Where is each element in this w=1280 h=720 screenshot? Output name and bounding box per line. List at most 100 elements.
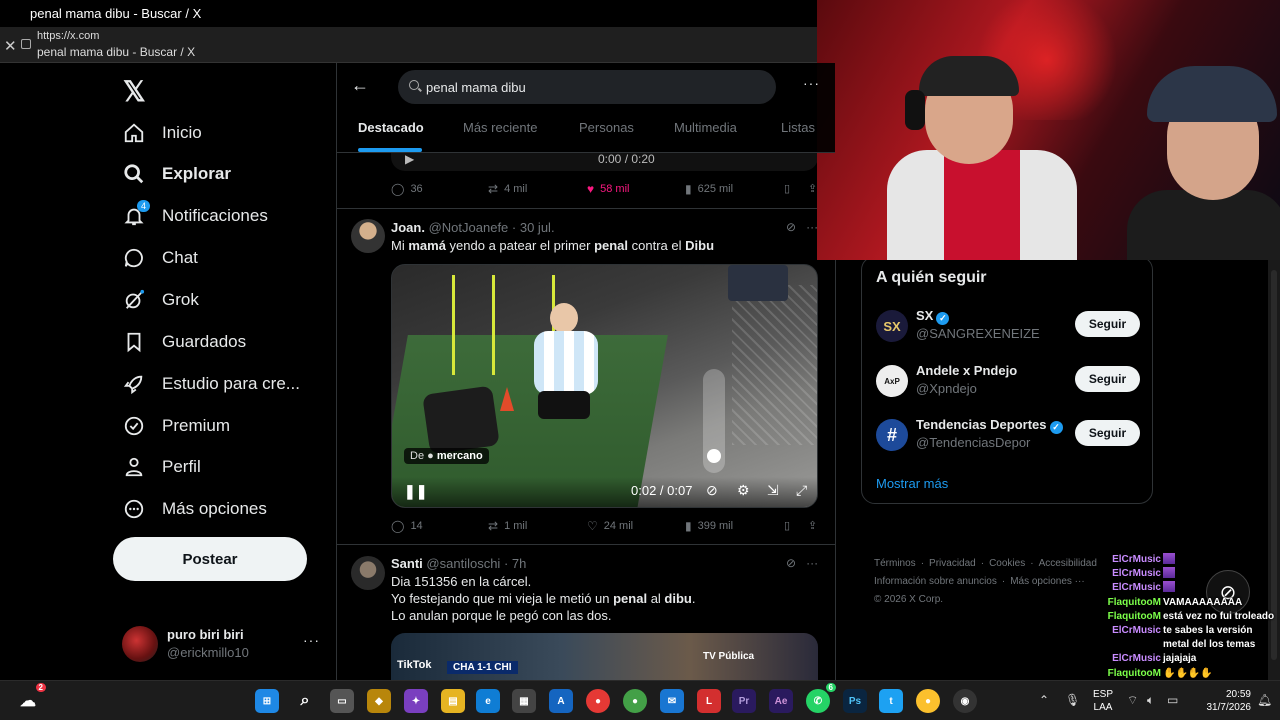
mute-icon[interactable]: ⊘	[706, 482, 718, 499]
bookmark-icon[interactable]: ▯	[784, 519, 790, 532]
windows-start-icon[interactable]: ⊞	[255, 689, 279, 713]
whatsapp-icon[interactable]: ✆ 6	[806, 683, 836, 713]
follow-button[interactable]: Seguir	[1075, 366, 1140, 392]
follow-button[interactable]: Seguir	[1075, 311, 1140, 337]
app-icon[interactable]: A	[549, 689, 573, 713]
volume-slider[interactable]	[703, 369, 725, 473]
popout-icon[interactable]: ⇲	[767, 482, 779, 499]
author-handle[interactable]: @santiloschi	[426, 556, 500, 571]
task-view-icon[interactable]: ▭	[330, 689, 354, 713]
nav-item-chat[interactable]: Chat	[122, 240, 322, 276]
author-handle[interactable]: @NotJoanefe	[429, 220, 509, 235]
x-logo-icon[interactable]: 𝕏	[123, 75, 146, 108]
reply-button[interactable]: ◯ 14	[391, 519, 423, 533]
tab-listas[interactable]: Listas	[781, 120, 815, 135]
search-input[interactable]: penal mama dibu	[398, 70, 776, 104]
follow-suggestion[interactable]: SX SX ✓ @SANGREXENEIZE Seguir	[876, 308, 1142, 348]
video-source-label[interactable]: De ● mercano	[404, 448, 489, 464]
language-indicator[interactable]: ESP LAA	[1093, 688, 1113, 714]
microphone-icon[interactable]: 🎙︎	[1065, 693, 1080, 707]
share-icon[interactable]: ⇪	[808, 519, 817, 532]
follow-suggestion[interactable]: AxP Andele x Pndejo @Xpndejo Seguir	[876, 363, 1142, 403]
chrome-icon[interactable]: ●	[916, 689, 940, 713]
grok-icon[interactable]: ⊘	[786, 556, 796, 570]
reply-button[interactable]: ◯ 36	[391, 182, 423, 196]
store-icon[interactable]: ▦	[512, 689, 536, 713]
close-icon[interactable]: ✕	[4, 37, 17, 55]
battery-icon[interactable]: ▭	[1167, 693, 1178, 707]
weather-icon[interactable]: ☁ 2	[16, 683, 46, 713]
notification-bell-icon[interactable]: 🔔︎	[1257, 693, 1272, 707]
app-icon[interactable]: ◆	[367, 689, 391, 713]
avatar[interactable]	[351, 219, 385, 253]
volume-icon[interactable]: 🔈︎	[1147, 693, 1154, 708]
app-icon[interactable]: L	[697, 689, 721, 713]
twitter-icon[interactable]: t	[879, 689, 903, 713]
obs-icon[interactable]: ◉	[953, 689, 977, 713]
like-button[interactable]: ♡ 24 mil	[587, 519, 633, 533]
accessibility-link[interactable]: Accesibilidad	[1039, 558, 1097, 569]
play-icon[interactable]: ▶	[405, 153, 414, 166]
photoshop-icon[interactable]: Ps	[843, 689, 867, 713]
clock[interactable]: 20:59 31/7/2026	[1203, 688, 1252, 714]
avatar[interactable]	[351, 556, 385, 590]
tab-mas-reciente[interactable]: Más reciente	[463, 120, 537, 135]
account-switcher[interactable]: puro biri biri @erickmillo10 ···	[122, 624, 332, 664]
nav-item-notificaciones[interactable]: 4 Notificaciones	[122, 198, 322, 234]
video-player[interactable]: TikTok CHA 1-1 CHI TV Pública	[391, 633, 818, 680]
views-button[interactable]: ▮ 399 mil	[685, 519, 733, 533]
post-button[interactable]: Postear	[113, 537, 307, 581]
after-effects-icon[interactable]: Ae	[769, 689, 793, 713]
file-explorer-icon[interactable]: ▤	[441, 689, 465, 713]
url-text[interactable]: https://x.com	[37, 30, 99, 42]
author-name[interactable]: Joan.	[391, 220, 425, 235]
wifi-icon[interactable]: ⌔	[1127, 693, 1138, 708]
nav-item-grok[interactable]: Grok	[122, 282, 322, 318]
follow-button[interactable]: Seguir	[1075, 420, 1140, 446]
more-icon[interactable]: ···	[303, 632, 320, 648]
views-button[interactable]: ▮ 625 mil	[685, 182, 733, 196]
chevron-up-icon[interactable]: ⌃	[1039, 693, 1049, 707]
terms-link[interactable]: Términos	[874, 558, 916, 569]
show-more-link[interactable]: Mostrar más	[876, 476, 948, 491]
cookies-link[interactable]: Cookies	[989, 558, 1025, 569]
bookmark-icon[interactable]: ▯	[784, 182, 790, 195]
ads-info-link[interactable]: Información sobre anuncios	[874, 576, 997, 587]
search-query[interactable]: penal mama dibu	[426, 80, 526, 95]
follow-suggestion[interactable]: # Tendencias Deportes ✓ @TendenciasDepor …	[876, 417, 1142, 457]
edge-icon[interactable]: e	[476, 689, 500, 713]
privacy-link[interactable]: Privacidad	[929, 558, 976, 569]
tweet-date[interactable]: 7h	[512, 556, 526, 571]
nav-item-explorar[interactable]: Explorar	[122, 156, 322, 192]
pause-icon[interactable]: ❚❚	[404, 483, 427, 500]
from-user[interactable]: mercano	[437, 450, 483, 462]
nav-item-inicio[interactable]: Inicio	[122, 115, 322, 151]
share-icon[interactable]: ⇪	[808, 182, 817, 195]
previous-video-controls[interactable]: ▶ 0:00 / 0:20	[391, 153, 818, 171]
more-icon[interactable]: ···	[803, 75, 820, 91]
more-options-link[interactable]: Más opciones ···	[1010, 576, 1084, 587]
chrome-icon[interactable]: ●	[623, 689, 647, 713]
like-button[interactable]: ♥ 58 mil	[587, 182, 629, 196]
back-arrow-icon[interactable]: ←	[351, 75, 369, 96]
nav-item-premium[interactable]: Premium	[122, 408, 322, 444]
tab-personas[interactable]: Personas	[579, 120, 634, 135]
tab-multimedia[interactable]: Multimedia	[674, 120, 737, 135]
video-player[interactable]: De ● mercano ❚❚ 0:02 / 0:07 ⊘ ⚙ ⇲ ⤢	[391, 264, 818, 508]
copilot-icon[interactable]: ✦	[404, 689, 428, 713]
nav-item-perfil[interactable]: Perfil	[122, 449, 322, 485]
grok-icon[interactable]: ⊘	[786, 220, 796, 234]
chrome-icon[interactable]: ●	[586, 689, 610, 713]
repost-button[interactable]: ⇄ 1 mil	[488, 519, 527, 533]
mail-icon[interactable]: ✉	[660, 689, 684, 713]
author-name[interactable]: Santi	[391, 556, 423, 571]
repost-button[interactable]: ⇄ 4 mil	[488, 182, 527, 196]
nav-item-estudio[interactable]: Estudio para cre...	[122, 366, 322, 402]
tab-destacado[interactable]: Destacado	[358, 120, 424, 135]
nav-item-guardados[interactable]: Guardados	[122, 324, 322, 360]
nav-item-mas-opciones[interactable]: Más opciones	[122, 491, 322, 527]
premiere-icon[interactable]: Pr	[732, 689, 756, 713]
fullscreen-icon[interactable]: ⤢	[796, 482, 807, 499]
tweet-date[interactable]: 30 jul.	[520, 220, 555, 235]
search-icon[interactable]: ⌕	[293, 689, 317, 713]
